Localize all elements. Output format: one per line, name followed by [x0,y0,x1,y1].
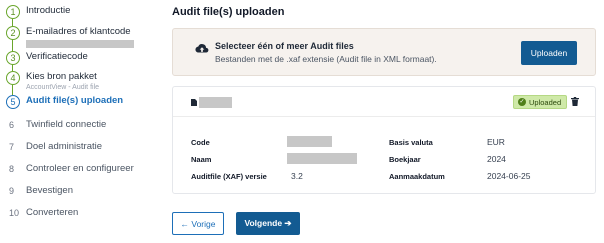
step-number: 9 [6,185,20,199]
step-converteren: 10 Converteren [6,207,78,221]
step-label: Verificatiecode [26,51,88,62]
step-bevestigen: 9 Bevestigen [6,185,73,199]
step-label: Controleer en configureer [26,163,134,174]
status-badge: ✓ Uploaded [513,95,568,109]
cloud-upload-icon [195,44,209,53]
step-label: Bevestigen [26,185,74,196]
label-basis-valuta: Basis valuta [389,138,433,147]
step-number: 6 [6,119,20,133]
upload-title: Selecteer één of meer Audit files [215,41,354,51]
step-label: Audit file(s) uploaden [26,95,124,106]
upload-dropzone[interactable]: Selecteer één of meer Audit files Bestan… [172,28,596,76]
step-number: 10 [6,207,20,221]
trash-icon[interactable] [571,97,579,106]
step-number: 1 [6,5,20,19]
step-controleer-configureer: 8 Controleer en configureer [6,163,134,177]
step-doel-administratie: 7 Doel administratie [6,141,102,155]
redacted-filename [199,97,232,108]
value-auditfile-versie: 3.2 [291,171,303,181]
value-boekjaar: 2024 [487,154,506,164]
page-title: Audit file(s) uploaden [172,6,285,18]
step-number: 7 [6,141,20,155]
previous-button[interactable]: ← Vorige [172,212,224,235]
step-label: E-mailadres of klantcode [26,26,131,37]
step-number: 4 [6,71,20,85]
step-email-klantcode[interactable]: 2 E-mailadres of klantcode [6,26,134,48]
step-label: Introductie [26,5,71,16]
label-auditfile-versie: Auditfile (XAF) versie [191,172,267,181]
step-number: 8 [6,163,20,177]
step-introductie[interactable]: 1 Introductie [6,5,70,19]
uploaded-file-card: ✓ Uploaded Code Naam Auditfile (XAF) ver… [172,86,596,194]
label-aanmaakdatum: Aanmaakdatum [389,172,445,181]
upload-subtitle: Bestanden met de .xaf extensie (Audit fi… [215,54,437,64]
step-number: 2 [6,26,20,40]
file-icon [191,99,197,106]
step-label: Kies bron pakket [26,71,97,82]
step-kies-bron-pakket[interactable]: 4 Kies bron pakket AccountView - Audit f… [6,71,99,92]
step-label: Converteren [26,207,79,218]
status-badge-label: Uploaded [529,97,562,107]
redacted-naam [287,153,357,164]
redacted-email [26,40,134,48]
next-button[interactable]: Volgende ➔ [236,212,300,235]
value-basis-valuta: EUR [487,137,505,147]
step-sublabel: AccountView - Audit file [26,84,100,91]
progress-stepper: 1 Introductie 2 E-mailadres of klantcode… [0,0,160,243]
label-code: Code [191,138,210,147]
step-verificatiecode[interactable]: 3 Verificatiecode [6,51,88,65]
label-naam: Naam [191,155,212,164]
upload-button[interactable]: Uploaden [521,41,577,65]
step-label: Doel administratie [26,141,103,152]
step-label: Twinfield connectie [26,119,107,130]
label-boekjaar: Boekjaar [389,155,421,164]
step-number: 5 [6,95,20,109]
step-number: 3 [6,51,20,65]
step-audit-uploaden[interactable]: 5 Audit file(s) uploaden [6,95,123,109]
redacted-code [287,136,332,147]
check-circle-icon: ✓ [518,98,526,106]
file-card-header: ✓ Uploaded [173,87,595,117]
value-aanmaakdatum: 2024-06-25 [487,171,531,181]
step-twinfield-connectie: 6 Twinfield connectie [6,119,106,133]
